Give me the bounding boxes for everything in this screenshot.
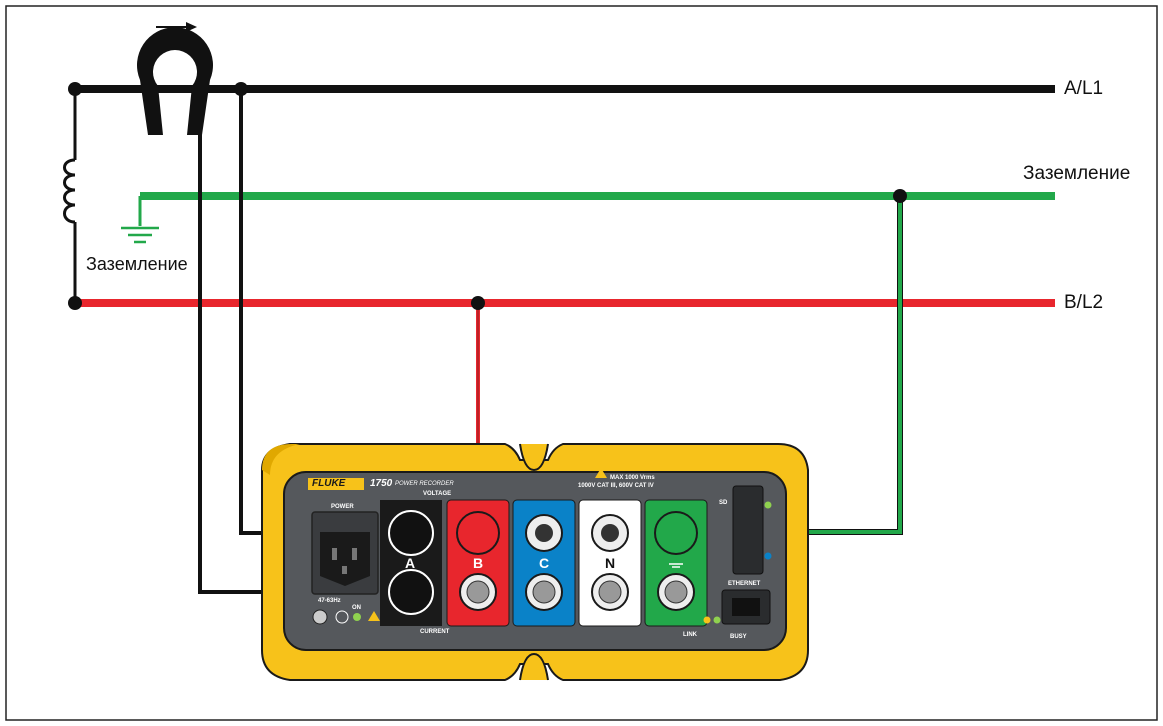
model-desc-label: POWER RECORDER bbox=[395, 481, 454, 487]
power-socket-icon bbox=[320, 532, 370, 586]
junction-dot bbox=[893, 189, 907, 203]
cat-rating-label: 1000V CAT III, 600V CAT IV bbox=[578, 483, 654, 489]
sd-card-slot[interactable] bbox=[732, 485, 764, 575]
max-rating-label: MAX 1000 Vrms bbox=[610, 475, 655, 481]
power-label: POWER bbox=[331, 504, 354, 510]
current-label: CURRENT bbox=[420, 629, 450, 635]
busy-led bbox=[713, 616, 721, 624]
busy-label: BUSY bbox=[730, 634, 747, 640]
link-led bbox=[703, 616, 711, 624]
sd-led bbox=[764, 501, 772, 509]
label-line1: A/L1 bbox=[1064, 78, 1104, 99]
label-ground: Заземление bbox=[1023, 163, 1131, 184]
channel-a-label: A bbox=[405, 555, 416, 571]
socket-pin bbox=[342, 566, 347, 574]
label-line2: B/L2 bbox=[1064, 292, 1104, 313]
model-label: 1750 bbox=[370, 478, 393, 489]
coil-icon bbox=[63, 158, 76, 224]
freq-label: 47-63Hz bbox=[318, 598, 341, 604]
screw-icon bbox=[312, 609, 328, 625]
channel-ground-voltage-jack[interactable] bbox=[654, 511, 698, 555]
ethernet-jack-icon bbox=[732, 598, 760, 616]
label-ground-symbol: Заземление bbox=[86, 254, 188, 274]
connector-pin-icon bbox=[598, 580, 622, 604]
connector-pin-icon bbox=[532, 580, 556, 604]
connector-pin-icon bbox=[664, 580, 688, 604]
sd-label: SD bbox=[719, 500, 728, 506]
socket-pin bbox=[332, 548, 337, 560]
jack-hole-icon bbox=[601, 524, 619, 542]
wiring-diagram bbox=[5, 5, 1158, 721]
brand-label: FLUKE bbox=[312, 478, 346, 489]
on-led bbox=[353, 613, 361, 621]
voltage-label: VOLTAGE bbox=[423, 491, 452, 497]
sd-led-blue bbox=[764, 552, 772, 560]
channel-a-voltage-jack[interactable] bbox=[388, 510, 434, 556]
link-label: LINK bbox=[683, 632, 697, 638]
channel-c-label: C bbox=[539, 555, 550, 571]
junction-dot bbox=[234, 82, 248, 96]
jack-hole-icon bbox=[535, 524, 553, 542]
current-clamp-icon bbox=[137, 27, 213, 136]
channel-b-label: B bbox=[473, 555, 484, 571]
channel-a-current-jack[interactable] bbox=[388, 569, 434, 615]
junction-dot bbox=[471, 296, 485, 310]
socket-pin bbox=[352, 548, 357, 560]
junction-dot bbox=[68, 82, 82, 96]
channel-n-label: N bbox=[605, 555, 616, 571]
junction-dot bbox=[68, 296, 82, 310]
connector-pin-icon bbox=[466, 580, 490, 604]
channel-b-voltage-jack[interactable] bbox=[456, 511, 500, 555]
ethernet-label: ETHERNET bbox=[728, 581, 761, 587]
on-label: ON bbox=[352, 605, 361, 611]
